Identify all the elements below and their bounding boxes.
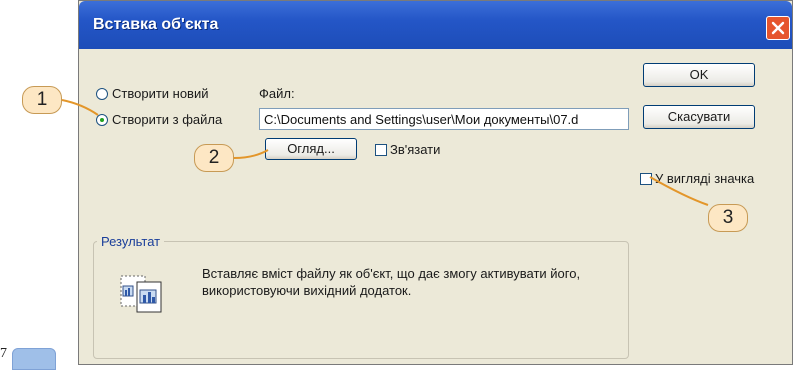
callout-leader-lines (61, 99, 709, 206)
callout-1: 1 (22, 86, 62, 114)
callout-3: 3 (708, 204, 748, 232)
callout-2: 2 (194, 144, 234, 172)
